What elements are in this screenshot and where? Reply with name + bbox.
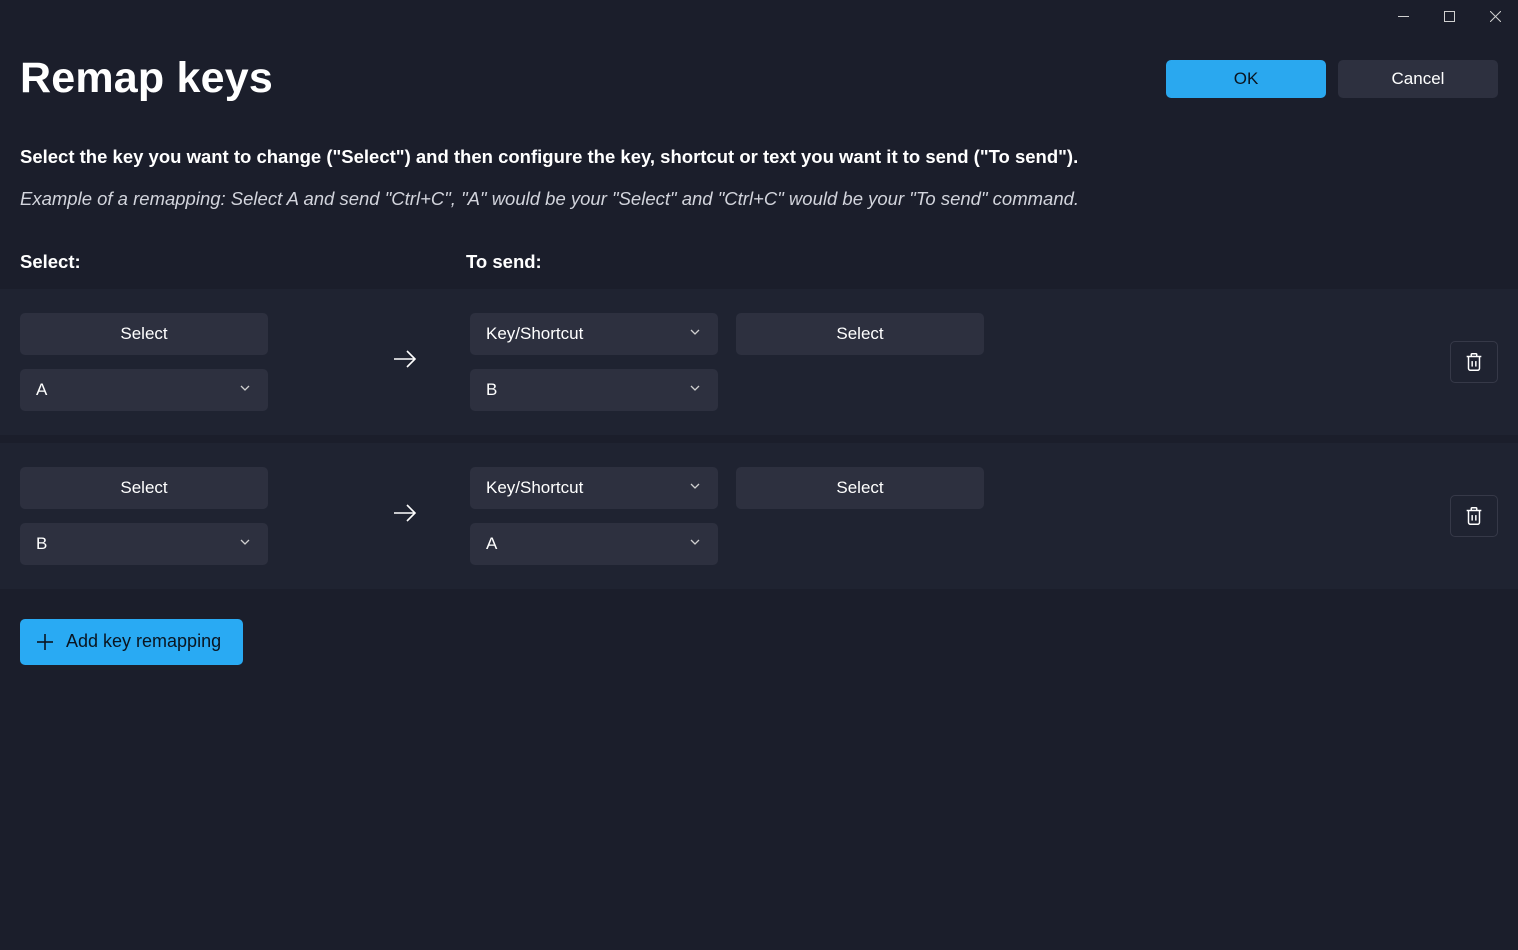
- tosend-key-dropdown[interactable]: B: [470, 369, 718, 411]
- arrow-right-icon: [390, 344, 420, 379]
- footer: Add key remapping: [0, 597, 1518, 687]
- select-key-dropdown[interactable]: A: [20, 369, 268, 411]
- mapping-row: Select B Key/Shortcut A: [0, 443, 1518, 589]
- intro-main-text: Select the key you want to change ("Sele…: [20, 143, 1498, 171]
- ok-button[interactable]: OK: [1166, 60, 1326, 98]
- tosend-type-value: Key/Shortcut: [486, 478, 583, 498]
- delete-mapping-button[interactable]: [1450, 341, 1498, 383]
- columns-header: Select: To send:: [0, 213, 1518, 289]
- intro-example-text: Example of a remapping: Select A and sen…: [20, 185, 1498, 213]
- add-key-remapping-label: Add key remapping: [66, 631, 221, 652]
- intro: Select the key you want to change ("Sele…: [0, 103, 1518, 213]
- mapping-row: Select A Key/Shortcut B: [0, 289, 1518, 435]
- select-key-dropdown[interactable]: B: [20, 523, 268, 565]
- tosend-column-label: To send:: [466, 251, 542, 273]
- select-key-button[interactable]: Select: [20, 467, 268, 509]
- window-minimize-button[interactable]: [1380, 0, 1426, 32]
- add-key-remapping-button[interactable]: Add key remapping: [20, 619, 243, 665]
- tosend-type-stack: Key/Shortcut B: [470, 313, 718, 411]
- chevron-down-icon: [688, 324, 702, 344]
- select-key-value: B: [36, 534, 47, 554]
- chevron-down-icon: [688, 478, 702, 498]
- chevron-down-icon: [688, 534, 702, 554]
- arrow-right-icon: [390, 498, 420, 533]
- tosend-type-value: Key/Shortcut: [486, 324, 583, 344]
- header: Remap keys OK Cancel: [0, 32, 1518, 103]
- select-key-button[interactable]: Select: [20, 313, 268, 355]
- mapping-select-column: Select A: [20, 313, 340, 411]
- tosend-type-stack: Key/Shortcut A: [470, 467, 718, 565]
- mapping-select-column: Select B: [20, 467, 340, 565]
- tosend-select-button[interactable]: Select: [736, 467, 984, 509]
- mapping-tosend-column: Key/Shortcut B Select: [470, 313, 1428, 411]
- mapping-delete-column: [1428, 341, 1498, 383]
- header-actions: OK Cancel: [1166, 60, 1498, 98]
- mapping-delete-column: [1428, 495, 1498, 537]
- window-titlebar: [0, 0, 1518, 32]
- chevron-down-icon: [688, 380, 702, 400]
- tosend-key-value: A: [486, 534, 497, 554]
- mapping-arrow: [340, 344, 470, 379]
- select-key-value: A: [36, 380, 47, 400]
- mapping-arrow: [340, 498, 470, 533]
- tosend-key-value: B: [486, 380, 497, 400]
- trash-icon: [1463, 351, 1485, 373]
- page-title: Remap keys: [20, 54, 273, 103]
- tosend-select-button[interactable]: Select: [736, 313, 984, 355]
- chevron-down-icon: [238, 380, 252, 400]
- select-column-label: Select:: [20, 251, 466, 273]
- plus-icon: [34, 631, 56, 653]
- window-close-button[interactable]: [1472, 0, 1518, 32]
- chevron-down-icon: [238, 534, 252, 554]
- cancel-button[interactable]: Cancel: [1338, 60, 1498, 98]
- mapping-tosend-column: Key/Shortcut A Select: [470, 467, 1428, 565]
- tosend-type-dropdown[interactable]: Key/Shortcut: [470, 467, 718, 509]
- close-icon: [1490, 11, 1501, 22]
- delete-mapping-button[interactable]: [1450, 495, 1498, 537]
- window-maximize-button[interactable]: [1426, 0, 1472, 32]
- maximize-icon: [1444, 11, 1455, 22]
- minimize-icon: [1398, 11, 1409, 22]
- tosend-key-dropdown[interactable]: A: [470, 523, 718, 565]
- trash-icon: [1463, 505, 1485, 527]
- tosend-type-dropdown[interactable]: Key/Shortcut: [470, 313, 718, 355]
